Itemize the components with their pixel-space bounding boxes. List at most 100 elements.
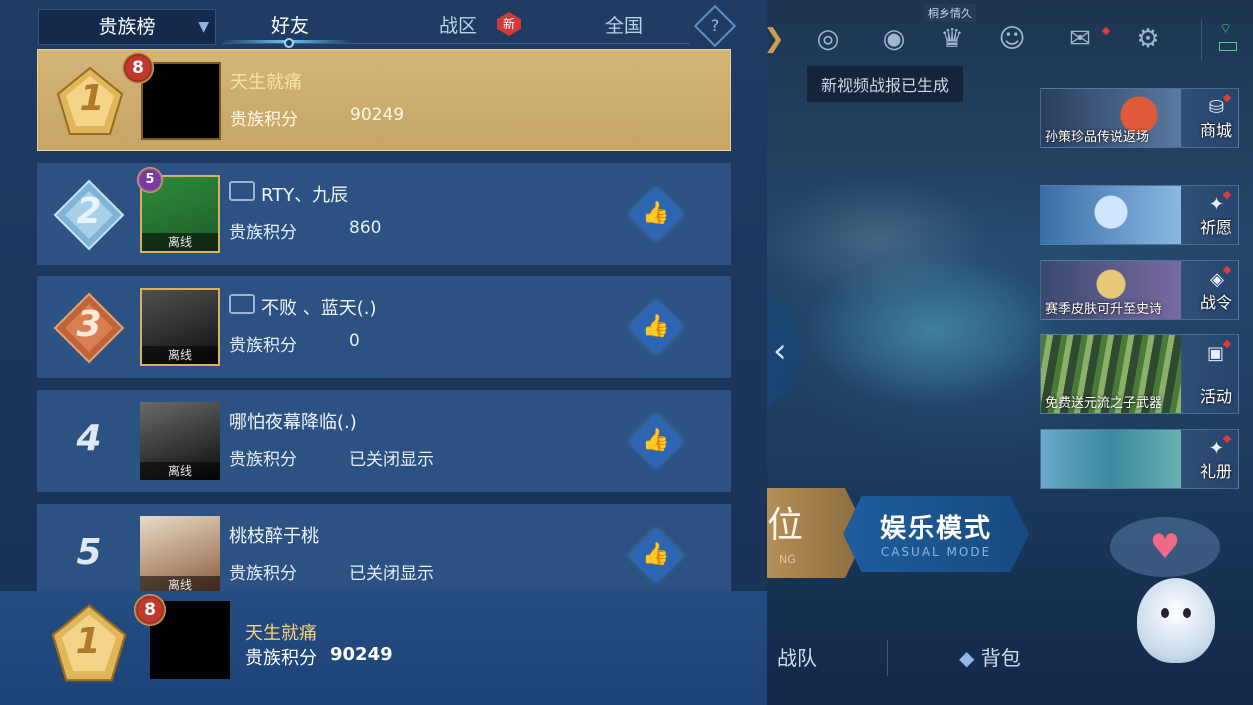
leaderboard-row-4[interactable]: 4 离线 哪怕夜幕降临(.) 贵族积分 已关闭显示 👍 [37, 390, 731, 492]
mode-left-sub: NG [779, 553, 796, 566]
wish-icon: ✦ [1208, 194, 1224, 215]
gear-icon[interactable]: ⚙ [1131, 22, 1165, 56]
tab-label: 全国 [604, 15, 643, 37]
promo-badge [1222, 93, 1232, 103]
my-level-badge: 8 [134, 594, 166, 626]
promo-art [1041, 430, 1181, 488]
promo-label: 礼册 [1199, 462, 1232, 481]
thumbs-up-icon: 👍 [642, 542, 670, 567]
promo-text: 赛季皮肤可升至史诗 [1045, 302, 1163, 317]
player-name: 桃枝醉于桃 [229, 526, 319, 547]
my-rank-number: 1 [75, 621, 101, 662]
promo-art [1041, 186, 1181, 244]
promo-text: 孙策珍品传说返场 [1045, 130, 1150, 145]
score-value: 0 [349, 331, 360, 351]
promo-event[interactable]: ▣ 免费送元流之子武器 活动 [1040, 334, 1239, 414]
score-value: 已关闭显示 [349, 564, 434, 584]
video-report-tooltip[interactable]: 新视频战报已生成 [807, 66, 964, 102]
promo-label: 商城 [1199, 121, 1232, 140]
promo-pass[interactable]: ◈ 赛季皮肤可升至史诗 战令 [1040, 260, 1239, 320]
mode-left-text: 位 [767, 505, 804, 546]
event-icon: ▣ [1206, 343, 1224, 364]
pet-eye [1183, 608, 1191, 618]
casual-mode-button[interactable]: 娱乐模式 CASUAL MODE [843, 496, 1029, 572]
wifi-icon: ⌔ [1219, 21, 1233, 37]
like-button[interactable]: 👍 [629, 300, 683, 354]
avatar[interactable]: 离线 [140, 288, 220, 366]
like-button[interactable]: 👍 [629, 528, 683, 582]
thumbs-up-icon: 👍 [642, 314, 670, 339]
promo-label: 祈愿 [1199, 218, 1232, 237]
offline-status: 离线 [142, 346, 218, 364]
heart-icon[interactable]: ♥ [1110, 517, 1220, 577]
leaderboard-type-dropdown[interactable]: 贵族榜 ▼ [38, 9, 216, 45]
rank-number: 4 [76, 418, 102, 459]
eye-icon[interactable]: ◉ [877, 22, 911, 56]
promo-shop[interactable]: ⛁ 孙策珍品传说返场 商城 [1040, 88, 1239, 148]
avatar[interactable]: 离线 [140, 402, 220, 480]
rank-number: 2 [76, 191, 102, 232]
bond-icon [229, 294, 255, 314]
pet-eye [1161, 608, 1169, 618]
promo-wish[interactable]: ✦ 祈愿 [1040, 185, 1239, 245]
pass-icon: ◈ [1210, 269, 1224, 290]
promo-badge [1222, 265, 1232, 275]
help-icon: ? [710, 16, 720, 35]
player-name: 不败 、蓝天(.) [261, 298, 377, 319]
partial-icon: ❯ [767, 22, 791, 56]
promo-badge [1222, 339, 1232, 349]
score-value: 860 [349, 218, 382, 238]
score-label: 贵族积分 [230, 110, 298, 130]
gift-icon: ✦ [1208, 438, 1224, 459]
target-icon[interactable]: ◎ [811, 22, 845, 56]
trophy-icon[interactable]: ♛ [935, 22, 969, 56]
casual-mode-subtitle: CASUAL MODE [880, 545, 992, 559]
promo-badge [1222, 190, 1232, 200]
divider [1201, 20, 1202, 60]
my-score-value: 90249 [330, 644, 393, 665]
active-tab-dot [284, 38, 294, 48]
player-name: 哪怕夜幕降临(.) [229, 412, 357, 433]
leaderboard-row-3[interactable]: 3 离线 不败 、蓝天(.) 贵族积分 0 👍 [37, 276, 731, 378]
promo-text: 免费送元流之子武器 [1045, 396, 1163, 411]
rank-number: 5 [76, 532, 102, 573]
collapse-panel-button[interactable]: ‹ [767, 296, 805, 406]
level-badge: 5 [137, 167, 163, 193]
like-button[interactable]: 👍 [629, 187, 683, 241]
mail-icon[interactable]: ✉ [1063, 22, 1097, 56]
leaderboard-row-2[interactable]: 2 离线 5 RTY、九辰 贵族积分 860 👍 [37, 163, 731, 265]
level-badge: 8 [122, 52, 154, 84]
score-value: 90249 [350, 105, 405, 125]
my-name: 天生就痛 [245, 623, 317, 644]
pet-mascot[interactable] [1137, 578, 1215, 663]
avatar[interactable]: 离线 [140, 516, 220, 594]
promo-label: 活动 [1199, 387, 1232, 406]
team-button[interactable]: 战队 [777, 642, 817, 671]
rank-number: 3 [76, 304, 102, 345]
avatar[interactable] [141, 62, 221, 140]
chevron-down-icon: ▼ [198, 19, 209, 35]
score-label: 贵族积分 [229, 450, 297, 470]
tab-zone[interactable]: 战区 [408, 9, 508, 45]
backpack-label: 背包 [980, 646, 1021, 670]
mail-badge [1101, 26, 1111, 36]
player-name: RTY、九辰 [261, 185, 349, 206]
help-button[interactable]: ? [693, 4, 737, 48]
score-label: 贵族积分 [229, 336, 297, 356]
score-label: 贵族积分 [229, 223, 297, 243]
battery-icon [1219, 42, 1237, 51]
tab-national[interactable]: 全国 [574, 9, 674, 45]
thumbs-up-icon: 👍 [642, 428, 670, 453]
tab-label: 战区 [438, 15, 477, 37]
divider [887, 640, 888, 676]
promo-gift[interactable]: ✦ 礼册 [1040, 429, 1239, 489]
leaderboard-panel: 贵族榜 ▼ 好友 战区 新 全国 ? 1 8 天生就痛 贵族积分 90249 2… [0, 0, 767, 705]
score-value: 已关闭显示 [349, 450, 434, 470]
backpack-icon: ◆ [959, 646, 981, 670]
leaderboard-row-1[interactable]: 1 8 天生就痛 贵族积分 90249 [37, 49, 731, 151]
shop-icon: ⛁ [1208, 97, 1224, 118]
like-button[interactable]: 👍 [629, 414, 683, 468]
friends-icon[interactable]: ☺ [995, 22, 1029, 56]
backpack-button[interactable]: ◆ 背包 [959, 642, 1021, 671]
bond-icon [229, 181, 255, 201]
